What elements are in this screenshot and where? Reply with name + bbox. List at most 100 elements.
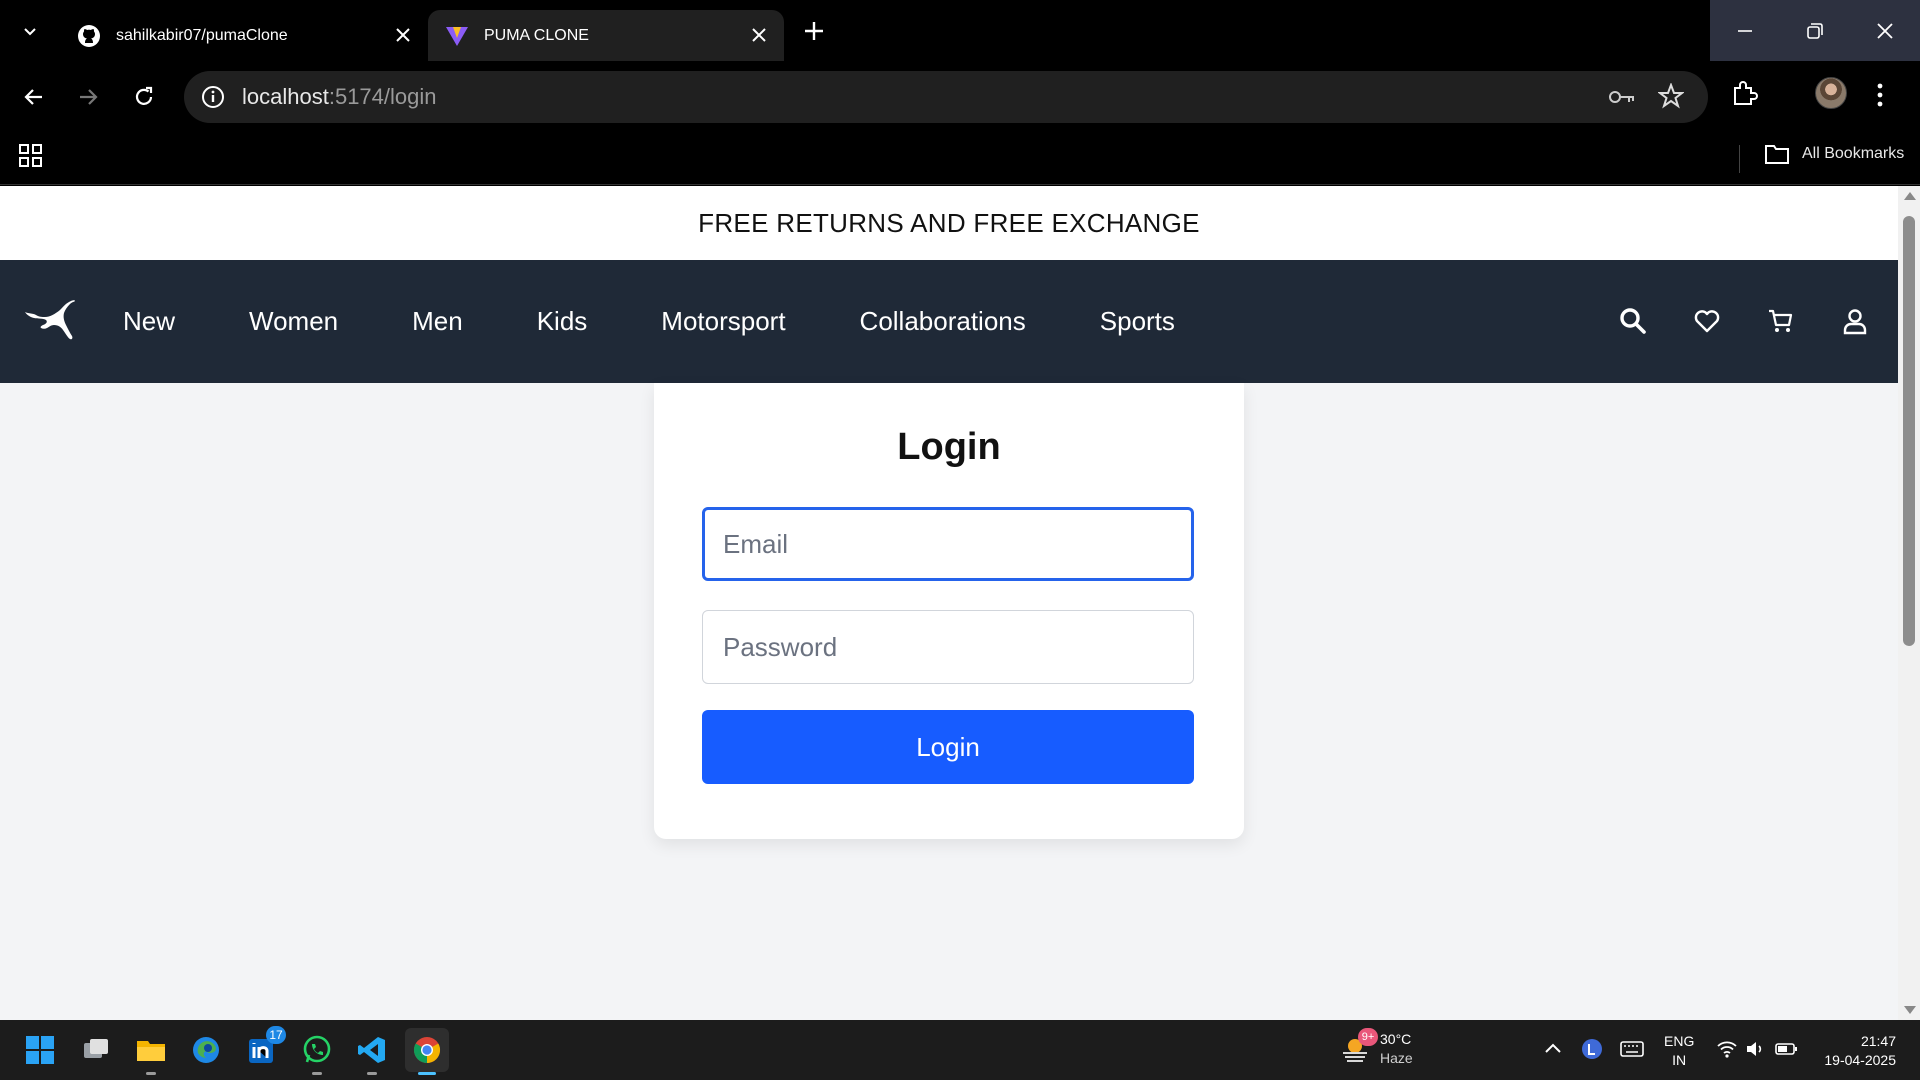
window-close-button[interactable] bbox=[1850, 0, 1920, 61]
kebab-menu-icon[interactable] bbox=[1876, 81, 1884, 109]
chevron-up-icon[interactable] bbox=[1542, 1038, 1564, 1060]
url-host: localhost bbox=[242, 84, 329, 109]
scroll-thumb[interactable] bbox=[1903, 216, 1915, 646]
nav-link-men[interactable]: Men bbox=[412, 306, 463, 337]
clock-date: 19-04-2025 bbox=[1824, 1052, 1896, 1068]
bookmark-divider bbox=[1739, 145, 1740, 173]
all-bookmarks-label: All Bookmarks bbox=[1802, 145, 1905, 162]
task-view-button[interactable] bbox=[74, 1028, 118, 1072]
nav-link-collaborations[interactable]: Collaborations bbox=[860, 306, 1026, 337]
announcement-bar: FREE RETURNS AND FREE EXCHANGE bbox=[0, 186, 1898, 260]
tab-search-button[interactable] bbox=[9, 12, 51, 50]
battery-icon[interactable] bbox=[1774, 1038, 1800, 1060]
weather-widget[interactable]: 9+ 30°C Haze bbox=[1340, 1028, 1413, 1068]
chevron-down-icon bbox=[24, 28, 36, 36]
running-indicator bbox=[146, 1072, 156, 1075]
scroll-down-arrow-icon[interactable] bbox=[1904, 1006, 1916, 1014]
edge-button[interactable] bbox=[184, 1028, 228, 1072]
url-path: :5174/login bbox=[328, 84, 437, 109]
browser-toolbar: localhost:5174/login bbox=[0, 61, 1920, 133]
address-bar[interactable]: localhost:5174/login bbox=[184, 71, 1708, 123]
language-circle-icon[interactable] bbox=[1581, 1038, 1603, 1060]
keyboard-icon[interactable] bbox=[1620, 1038, 1644, 1060]
file-explorer-button[interactable] bbox=[129, 1028, 173, 1075]
whatsapp-button[interactable] bbox=[295, 1028, 339, 1075]
chrome-button[interactable] bbox=[405, 1028, 449, 1075]
password-field[interactable]: Password bbox=[702, 610, 1194, 684]
close-icon bbox=[1877, 22, 1893, 39]
puma-logo-icon[interactable] bbox=[24, 298, 76, 342]
minimize-icon bbox=[1738, 29, 1752, 32]
input-language[interactable]: ENG IN bbox=[1664, 1032, 1694, 1070]
start-button[interactable] bbox=[18, 1028, 62, 1072]
forward-button[interactable] bbox=[70, 79, 106, 115]
back-button[interactable] bbox=[16, 79, 52, 115]
folder-icon bbox=[1765, 145, 1789, 164]
star-bookmark-icon[interactable] bbox=[1658, 83, 1684, 109]
linkedin-button[interactable]: 17 bbox=[240, 1026, 286, 1072]
apps-grid-icon[interactable] bbox=[18, 143, 44, 169]
site-info-icon[interactable] bbox=[200, 84, 226, 110]
tab-strip: sahilkabir07/pumaClone PUMA CLONE bbox=[0, 0, 1920, 61]
bookmarks-bar: All Bookmarks bbox=[0, 133, 1920, 185]
active-indicator bbox=[418, 1072, 436, 1075]
tab-title: PUMA CLONE bbox=[484, 26, 589, 44]
close-icon[interactable] bbox=[394, 26, 412, 44]
url-text: localhost:5174/login bbox=[242, 84, 437, 110]
login-title: Login bbox=[897, 426, 1001, 468]
volume-icon[interactable] bbox=[1744, 1038, 1766, 1060]
email-field[interactable]: Email bbox=[702, 507, 1194, 581]
folder-icon bbox=[137, 1041, 165, 1061]
tab-github[interactable]: sahilkabir07/pumaClone bbox=[60, 10, 428, 61]
password-key-icon[interactable] bbox=[1608, 85, 1636, 109]
weather-condition: Haze bbox=[1380, 1050, 1413, 1066]
email-placeholder: Email bbox=[723, 528, 789, 559]
main-nav: New Women Men Kids Motorsport Collaborat… bbox=[123, 260, 1249, 383]
running-indicator bbox=[312, 1072, 322, 1075]
close-icon[interactable] bbox=[750, 26, 768, 44]
arrow-left-icon bbox=[24, 89, 42, 105]
github-icon bbox=[76, 23, 102, 49]
login-button[interactable]: Login bbox=[702, 710, 1194, 784]
site-navbar: New Women Men Kids Motorsport Collaborat… bbox=[0, 260, 1898, 383]
nav-link-new[interactable]: New bbox=[123, 306, 175, 337]
clock-time: 21:47 bbox=[1860, 1033, 1896, 1049]
notification-badge: 17 bbox=[266, 1026, 286, 1044]
system-clock[interactable]: 21:47 19-04-2025 bbox=[1814, 1032, 1896, 1070]
vscode-button[interactable] bbox=[350, 1028, 394, 1075]
whatsapp-icon bbox=[303, 1035, 331, 1063]
weather-alert-badge: 9+ bbox=[1358, 1028, 1378, 1046]
weather-text: 30°C Haze bbox=[1380, 1030, 1413, 1068]
nav-link-sports[interactable]: Sports bbox=[1100, 306, 1175, 337]
tab-puma-clone[interactable]: PUMA CLONE bbox=[428, 10, 784, 61]
heart-icon[interactable] bbox=[1692, 306, 1722, 336]
new-tab-plus-icon[interactable] bbox=[800, 17, 828, 45]
restore-button[interactable] bbox=[1780, 0, 1850, 61]
minimize-button[interactable] bbox=[1710, 0, 1780, 61]
scroll-up-arrow-icon[interactable] bbox=[1904, 192, 1916, 200]
reload-button[interactable] bbox=[126, 79, 162, 115]
restore-icon bbox=[1807, 22, 1823, 39]
page-scrollbar[interactable] bbox=[1898, 186, 1920, 1020]
task-view-icon bbox=[84, 1039, 108, 1058]
running-indicator bbox=[367, 1072, 377, 1075]
edge-icon bbox=[193, 1037, 219, 1063]
windows-taskbar: 17 9+ 30°C Haze ENG IN 21:47 19-04-2025 bbox=[0, 1020, 1920, 1080]
password-placeholder: Password bbox=[723, 631, 838, 662]
vite-icon bbox=[444, 23, 470, 49]
wifi-icon[interactable] bbox=[1716, 1038, 1738, 1060]
nav-link-women[interactable]: Women bbox=[249, 306, 338, 337]
nav-link-kids[interactable]: Kids bbox=[537, 306, 588, 337]
temperature: 30°C bbox=[1380, 1031, 1412, 1047]
all-bookmarks-button[interactable]: All Bookmarks bbox=[1764, 143, 1904, 165]
user-icon[interactable] bbox=[1840, 306, 1870, 336]
search-icon[interactable] bbox=[1618, 306, 1648, 336]
cart-icon[interactable] bbox=[1766, 306, 1796, 336]
vscode-icon bbox=[358, 1037, 385, 1063]
windows-logo-icon bbox=[26, 1036, 54, 1064]
extensions-puzzle-icon[interactable] bbox=[1730, 79, 1758, 107]
reload-icon bbox=[135, 86, 153, 105]
tab-title: sahilkabir07/pumaClone bbox=[116, 26, 288, 44]
profile-avatar[interactable] bbox=[1815, 77, 1847, 109]
nav-link-motorsport[interactable]: Motorsport bbox=[661, 306, 785, 337]
